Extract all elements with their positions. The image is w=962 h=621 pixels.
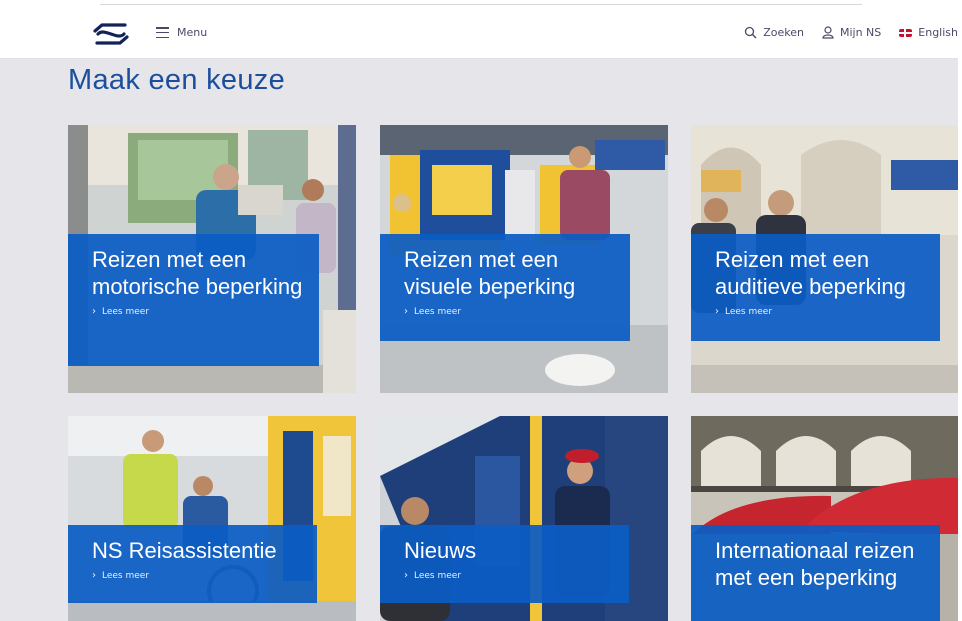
account-label: Mijn NS: [839, 26, 882, 39]
site-header: Menu Zoeken Mijn NS English: [0, 8, 962, 59]
read-more-link[interactable]: › Lees meer: [404, 570, 615, 581]
user-icon: [822, 26, 834, 39]
chevron-right-icon: ›: [404, 570, 408, 581]
language-link[interactable]: English: [899, 26, 958, 39]
page-edge: [958, 0, 962, 621]
tile-title: Internationaal reizen met een beperking: [715, 538, 915, 590]
read-more-link[interactable]: › Lees meer: [92, 570, 303, 581]
read-more-label: Lees meer: [102, 306, 150, 317]
read-more-label: Lees meer: [725, 306, 773, 317]
read-more-label: Lees meer: [102, 570, 150, 581]
tile-ns-reisassistentie[interactable]: NS Reisassistentie › Lees meer: [68, 416, 356, 621]
tile-motorische-beperking[interactable]: Reizen met een motorische beperking › Le…: [68, 125, 356, 393]
read-more-label: Lees meer: [414, 570, 462, 581]
language-label: English: [918, 26, 958, 39]
utility-nav: Zoeken Mijn NS English: [744, 26, 958, 39]
read-more-label: Lees meer: [414, 306, 462, 317]
search-label: Zoeken: [763, 26, 804, 39]
chevron-right-icon: ›: [92, 570, 96, 581]
tile-panel: Reizen met een auditieve beperking › Lee…: [691, 234, 940, 341]
read-more-link[interactable]: › Lees meer: [715, 306, 926, 317]
read-more-link[interactable]: › Lees meer: [92, 306, 305, 317]
menu-label: Menu: [177, 26, 208, 39]
tile-title: NS Reisassistentie: [92, 538, 277, 563]
tile-panel: Nieuws › Lees meer: [380, 525, 629, 603]
chevron-right-icon: ›: [92, 306, 96, 317]
uk-flag-icon: [899, 28, 913, 37]
account-link[interactable]: Mijn NS: [822, 26, 881, 39]
tile-panel: NS Reisassistentie › Lees meer: [68, 525, 317, 603]
tile-visuele-beperking[interactable]: Reizen met een visuele beperking › Lees …: [380, 125, 668, 393]
tile-title: Reizen met een auditieve beperking: [715, 247, 906, 299]
tile-title: Nieuws: [404, 538, 477, 563]
chevron-right-icon: ›: [715, 306, 719, 317]
tile-nieuws[interactable]: Nieuws › Lees meer: [380, 416, 668, 621]
tile-title: Reizen met een visuele beperking: [404, 247, 576, 299]
hamburger-icon: [156, 27, 169, 38]
search-link[interactable]: Zoeken: [744, 26, 804, 39]
tile-auditieve-beperking[interactable]: Reizen met een auditieve beperking › Lee…: [691, 125, 962, 393]
tile-panel: Reizen met een motorische beperking › Le…: [68, 234, 319, 366]
top-strip: [0, 0, 962, 8]
tile-panel: Internationaal reizen met een beperking: [691, 525, 940, 621]
chevron-right-icon: ›: [404, 306, 408, 317]
tile-title: Reizen met een motorische beperking: [92, 247, 303, 299]
tile-panel: Reizen met een visuele beperking › Lees …: [380, 234, 630, 341]
page-title: Maak een keuze: [68, 64, 285, 96]
menu-button[interactable]: Menu: [156, 26, 207, 39]
tile-internationaal[interactable]: Internationaal reizen met een beperking: [691, 416, 962, 621]
ns-logo-icon[interactable]: [92, 23, 130, 45]
search-icon: [745, 26, 757, 39]
read-more-link[interactable]: › Lees meer: [404, 306, 616, 317]
